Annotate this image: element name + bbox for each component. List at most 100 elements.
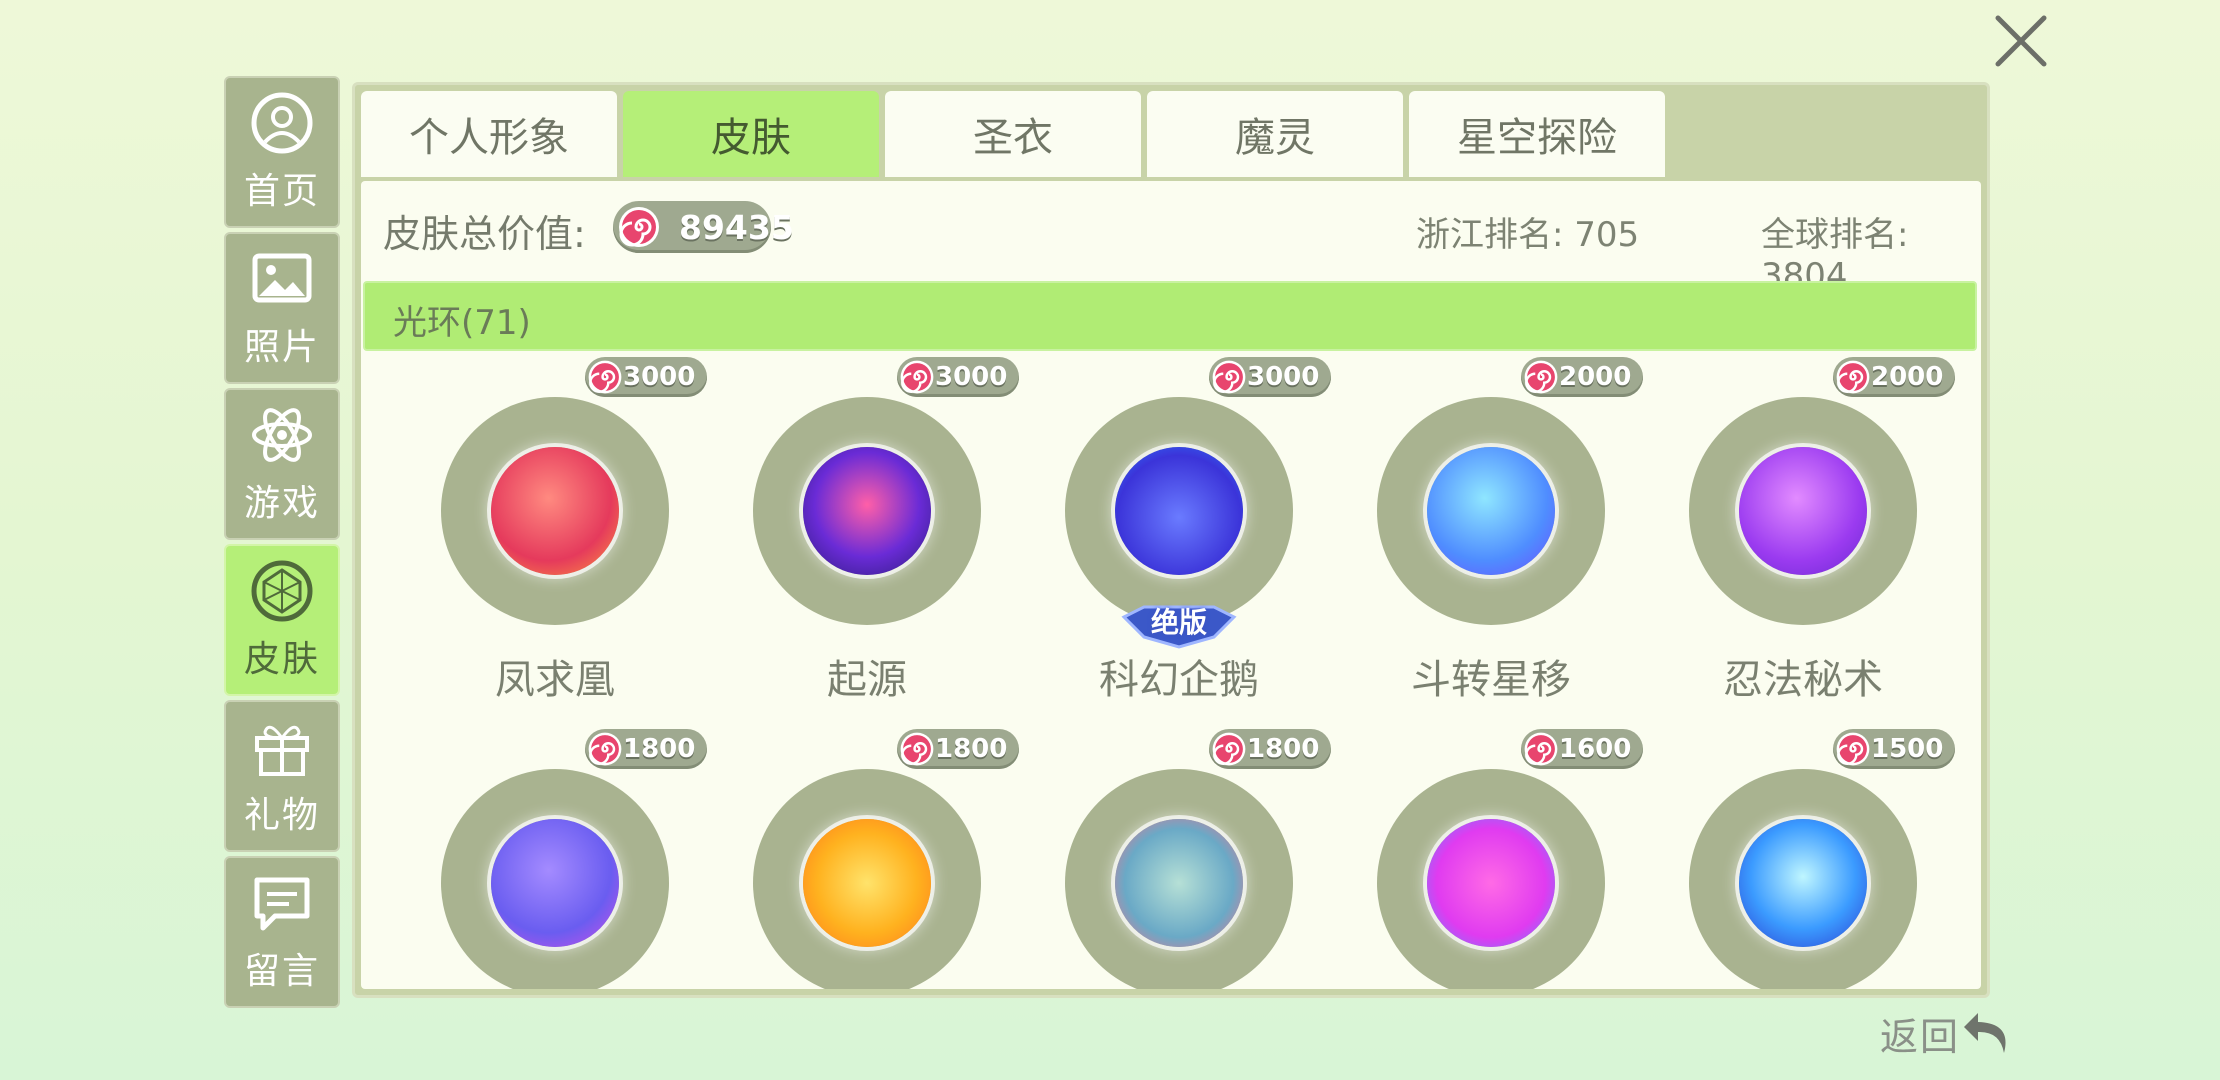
total-value-badge: 89435 xyxy=(613,201,794,253)
sidebar-item-label: 留言 xyxy=(243,951,320,992)
price-value: 1800 xyxy=(623,734,696,764)
sidebar-item-home[interactable]: 首页 xyxy=(224,76,340,228)
skin-item[interactable]: 3000 起源 xyxy=(717,357,1019,717)
skin-name: 凤求凰 xyxy=(495,657,615,703)
skins-content: 皮肤总价值: 89435 浙江排名: 705 全球排名: 3804 光环(71)… xyxy=(361,181,1981,989)
candy-coin-icon xyxy=(900,360,934,394)
price-value: 1500 xyxy=(1871,734,1944,764)
price-value: 2000 xyxy=(1871,362,1944,392)
skin-orb xyxy=(491,447,619,575)
price-badge: 3000 xyxy=(897,357,1019,397)
skin-preview-frame xyxy=(1065,397,1293,625)
price-badge: 3000 xyxy=(1209,357,1331,397)
price-badge: 3000 xyxy=(585,357,707,397)
skin-item[interactable]: 2000 忍法秘术 xyxy=(1653,357,1955,717)
skin-item[interactable]: 1500 xyxy=(1653,729,1955,989)
skin-name: 起源 xyxy=(827,657,907,703)
candy-coin-icon xyxy=(900,732,934,766)
candy-coin-icon xyxy=(588,732,622,766)
skin-preview-frame xyxy=(1377,769,1605,989)
badge-label: 绝版 xyxy=(1150,606,1207,639)
summary-row: 皮肤总价值: 89435 浙江排名: 705 全球排名: 3804 xyxy=(361,181,1981,296)
candy-coin-icon xyxy=(1524,732,1558,766)
candy-coin-icon xyxy=(619,207,659,247)
section-header[interactable]: 光环(71) xyxy=(363,281,1977,351)
skin-item[interactable]: 2000 斗转星移 xyxy=(1341,357,1643,717)
price-value: 1800 xyxy=(1247,734,1320,764)
skin-orb xyxy=(1115,447,1243,575)
candy-coin-icon xyxy=(1524,360,1558,394)
skin-preview-frame xyxy=(753,397,981,625)
price-value: 3000 xyxy=(935,362,1008,392)
skin-item[interactable]: 1600 xyxy=(1341,729,1643,989)
price-badge: 1800 xyxy=(585,729,707,769)
price-badge: 2000 xyxy=(1833,357,1955,397)
tab-skins[interactable]: 皮肤 xyxy=(623,91,879,177)
sidebar-item-gifts[interactable]: 礼物 xyxy=(224,700,340,852)
limited-edition-badge: 绝版 xyxy=(1114,597,1244,649)
skin-name: 忍法秘术 xyxy=(1723,657,1883,703)
sidebar-item-skins[interactable]: 皮肤 xyxy=(224,544,340,696)
price-value: 1600 xyxy=(1559,734,1632,764)
skin-orb xyxy=(491,819,619,947)
candy-coin-icon xyxy=(1212,732,1246,766)
sidebar-item-label: 照片 xyxy=(243,327,320,368)
candy-coin-icon xyxy=(1836,732,1870,766)
price-value: 2000 xyxy=(1559,362,1632,392)
skin-preview-frame xyxy=(1377,397,1605,625)
price-badge: 1600 xyxy=(1521,729,1643,769)
skin-preview-frame xyxy=(1689,397,1917,625)
diamond-icon xyxy=(251,560,313,622)
price-value: 3000 xyxy=(1247,362,1320,392)
skin-preview-frame xyxy=(1689,769,1917,989)
sidebar-item-label: 皮肤 xyxy=(243,639,320,680)
sidebar-item-label: 首页 xyxy=(243,171,320,212)
skin-item[interactable]: 1800 xyxy=(717,729,1019,989)
return-arrow-icon xyxy=(1964,1013,2006,1053)
skin-orb xyxy=(1427,447,1555,575)
skin-preview-frame xyxy=(441,769,669,989)
price-badge: 2000 xyxy=(1521,357,1643,397)
skin-name: 斗转星移 xyxy=(1411,657,1571,703)
candy-coin-icon xyxy=(1836,360,1870,394)
province-rank: 浙江排名: 705 xyxy=(1416,215,1640,255)
skin-orb xyxy=(1739,447,1867,575)
price-value: 1800 xyxy=(935,734,1008,764)
sidebar-item-messages[interactable]: 留言 xyxy=(224,856,340,1008)
sidebar: 首页 照片 游戏 皮肤 礼物 留言 xyxy=(224,76,342,1012)
price-value: 3000 xyxy=(623,362,696,392)
skin-item[interactable]: 1800 xyxy=(1029,729,1331,989)
skin-preview-frame xyxy=(1065,769,1293,989)
candy-coin-icon xyxy=(588,360,622,394)
sidebar-item-label: 游戏 xyxy=(243,483,320,524)
tab-avatar[interactable]: 个人形象 xyxy=(361,91,617,177)
price-badge: 1800 xyxy=(1209,729,1331,769)
tab-holy-cloth[interactable]: 圣衣 xyxy=(885,91,1141,177)
close-icon xyxy=(1995,15,2047,67)
profile-icon xyxy=(251,92,313,154)
tab-spirits[interactable]: 魔灵 xyxy=(1147,91,1403,177)
skin-preview-frame xyxy=(441,397,669,625)
sidebar-item-label: 礼物 xyxy=(243,795,320,836)
skin-orb xyxy=(1427,819,1555,947)
skin-orb xyxy=(1115,819,1243,947)
skin-item[interactable]: 3000 凤求凰 xyxy=(405,357,707,717)
sidebar-item-photos[interactable]: 照片 xyxy=(224,232,340,384)
skin-name: 科幻企鹅 xyxy=(1099,657,1259,703)
back-button[interactable]: 返回 xyxy=(1880,1000,2040,1066)
skin-item[interactable]: 3000 绝版科幻企鹅 xyxy=(1029,357,1331,717)
close-button[interactable] xyxy=(1990,10,2052,72)
skin-orb xyxy=(803,447,931,575)
skin-preview-frame xyxy=(753,769,981,989)
atom-icon xyxy=(252,408,312,462)
skin-item[interactable]: 1800 xyxy=(405,729,707,989)
photo-icon xyxy=(252,253,312,303)
message-icon xyxy=(254,877,310,931)
tab-star-adventure[interactable]: 星空探险 xyxy=(1409,91,1665,177)
sidebar-item-games[interactable]: 游戏 xyxy=(224,388,340,540)
price-badge: 1500 xyxy=(1833,729,1955,769)
skin-orb xyxy=(1739,819,1867,947)
main-panel: 个人形象 皮肤 圣衣 魔灵 星空探险 皮肤总价值: 89435 浙江排名: 70… xyxy=(352,82,1990,998)
gift-icon xyxy=(255,725,309,776)
back-label: 返回 xyxy=(1880,1014,1961,1059)
